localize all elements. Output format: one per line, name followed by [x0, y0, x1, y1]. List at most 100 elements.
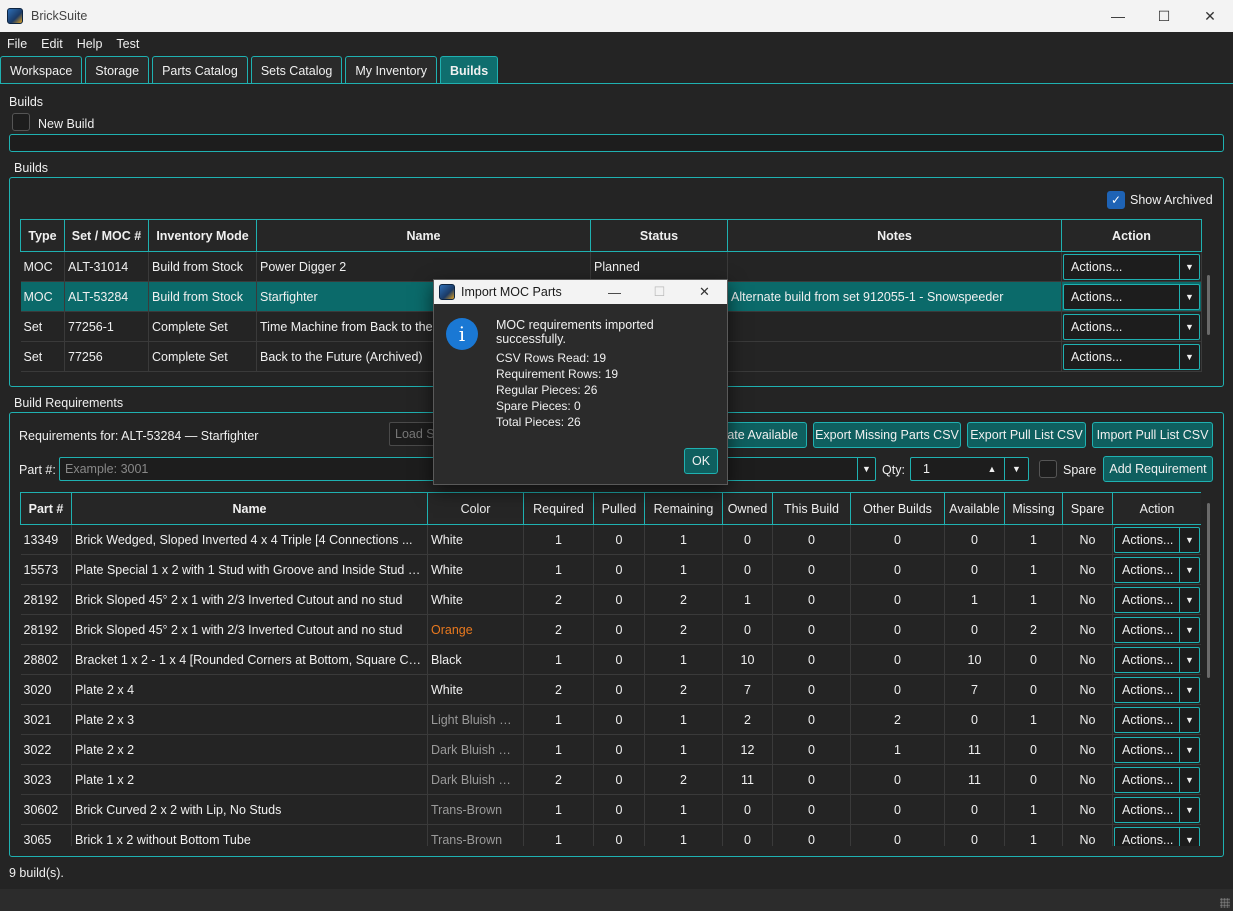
build-actions-dropdown[interactable]: Actions... ▼: [1063, 313, 1200, 340]
chevron-down-icon[interactable]: ▼: [1179, 827, 1199, 846]
chevron-down-icon[interactable]: ▼: [1179, 254, 1199, 279]
requirement-row[interactable]: 3022 Plate 2 x 2 Dark Bluish Gray 1 0 1 12 0 1 11…: [20, 734, 1201, 765]
requirement-row[interactable]: 28802 Bracket 1 x 2 - 1 x 4 [Rounded Corn…: [20, 644, 1201, 675]
chevron-down-icon[interactable]: ▼: [1179, 707, 1199, 732]
tab-my-inventory[interactable]: My Inventory: [345, 56, 437, 84]
color-select[interactable]: ▼: [713, 457, 876, 481]
col-missing[interactable]: Missing: [1004, 492, 1063, 525]
col-this-build[interactable]: This Build: [772, 492, 851, 525]
builds-scrollbar[interactable]: [1207, 275, 1210, 335]
tab-sets-catalog[interactable]: Sets Catalog: [250, 56, 343, 84]
chevron-down-icon[interactable]: ▼: [1179, 527, 1199, 552]
req-actions-dropdown[interactable]: Actions... ▼: [1114, 556, 1200, 583]
col-part-number[interactable]: Part #: [20, 492, 72, 525]
chevron-down-icon[interactable]: ▼: [1179, 284, 1199, 309]
chevron-down-icon[interactable]: ▼: [1179, 767, 1199, 792]
col-notes[interactable]: Notes: [727, 219, 1062, 252]
req-owned: 0: [722, 794, 773, 825]
req-actions-dropdown[interactable]: Actions... ▼: [1114, 706, 1200, 733]
req-actions-dropdown[interactable]: Actions... ▼: [1114, 826, 1200, 846]
col-action[interactable]: Action: [1061, 219, 1202, 252]
requirement-row[interactable]: 3021 Plate 2 x 3 Light Bluish Gray 1 0 1 2 0 2 0 1…: [20, 704, 1201, 735]
build-actions-dropdown-cell: Actions... ▼: [1061, 311, 1202, 342]
new-build-checkbox[interactable]: [12, 113, 30, 131]
req-actions-dropdown[interactable]: Actions... ▼: [1114, 736, 1200, 763]
chevron-down-icon[interactable]: ▼: [1179, 557, 1199, 582]
close-icon[interactable]: ✕: [1187, 0, 1233, 32]
col-set-moc[interactable]: Set / MOC #: [64, 219, 149, 252]
spin-up-icon[interactable]: ▲: [980, 458, 1004, 480]
resize-grip-icon[interactable]: [1220, 898, 1230, 908]
build-actions-dropdown[interactable]: Actions... ▼: [1063, 253, 1200, 280]
req-actions-dropdown[interactable]: Actions... ▼: [1114, 676, 1200, 703]
chevron-down-icon[interactable]: ▼: [1179, 617, 1199, 642]
col-pulled[interactable]: Pulled: [593, 492, 645, 525]
col-other-builds[interactable]: Other Builds: [850, 492, 945, 525]
tab-parts-catalog[interactable]: Parts Catalog: [152, 56, 248, 84]
req-actions-dropdown[interactable]: Actions... ▼: [1114, 796, 1200, 823]
chevron-down-icon[interactable]: ▼: [1179, 677, 1199, 702]
col-type[interactable]: Type: [20, 219, 65, 252]
ok-button[interactable]: OK: [684, 448, 718, 474]
req-actions-dropdown[interactable]: Actions... ▼: [1114, 586, 1200, 613]
build-filter-input[interactable]: [9, 134, 1224, 152]
show-archived-checkbox[interactable]: ✓: [1107, 191, 1125, 209]
build-actions-dropdown[interactable]: Actions... ▼: [1063, 283, 1200, 310]
col-inventory-mode[interactable]: Inventory Mode: [148, 219, 257, 252]
export-pull-list-button[interactable]: Export Pull List CSV: [967, 422, 1086, 448]
requirements-scrollbar[interactable]: [1207, 503, 1210, 678]
requirement-row[interactable]: 3065 Brick 1 x 2 without Bottom Tube Trans…: [20, 824, 1201, 846]
requirement-row[interactable]: 28192 Brick Sloped 45° 2 x 1 with 2/3 Inv…: [20, 584, 1201, 615]
col-color[interactable]: Color: [427, 492, 524, 525]
col-part-name[interactable]: Name: [71, 492, 428, 525]
req-part-name: Plate Special 1 x 2 with 1 Stud with Gro…: [71, 554, 428, 585]
col-name[interactable]: Name: [256, 219, 591, 252]
menu-file[interactable]: File: [0, 37, 34, 51]
col-remaining[interactable]: Remaining: [644, 492, 723, 525]
col-required[interactable]: Required: [523, 492, 594, 525]
req-actions-dropdown[interactable]: Actions... ▼: [1114, 526, 1200, 553]
chevron-down-icon[interactable]: ▼: [1179, 647, 1199, 672]
requirement-row[interactable]: 3020 Plate 2 x 4 White 2 0 2 7 0 0 7 0 No Actions...…: [20, 674, 1201, 705]
dialog-stats: CSV Rows Read: 19 Requirement Rows: 19 R…: [496, 350, 618, 430]
build-row[interactable]: MOC ALT-31014 Build from Stock Power Digger…: [20, 251, 1202, 282]
chevron-down-icon[interactable]: ▼: [1179, 587, 1199, 612]
col-status[interactable]: Status: [590, 219, 728, 252]
req-actions-dropdown[interactable]: Actions... ▼: [1114, 616, 1200, 643]
tab-storage[interactable]: Storage: [85, 56, 150, 84]
requirements-table: Part # Name Color Required Pulled Remain…: [20, 492, 1201, 846]
col-spare[interactable]: Spare: [1062, 492, 1113, 525]
requirement-row[interactable]: 15573 Plate Special 1 x 2 with 1 Stud wit…: [20, 554, 1201, 585]
req-actions-dropdown[interactable]: Actions... ▼: [1114, 766, 1200, 793]
chevron-down-icon[interactable]: ▼: [1179, 737, 1199, 762]
requirement-row[interactable]: 13349 Brick Wedged, Sloped Inverted 4 x 4…: [20, 524, 1201, 555]
chevron-down-icon[interactable]: ▼: [1179, 797, 1199, 822]
col-req-action[interactable]: Action: [1112, 492, 1201, 525]
part-number-input[interactable]: Example: 3001: [59, 457, 437, 481]
menu-help[interactable]: Help: [70, 37, 110, 51]
tab-builds[interactable]: Builds: [439, 56, 499, 84]
qty-spinbox[interactable]: 1 ▲ ▼: [910, 457, 1029, 481]
chevron-down-icon[interactable]: ▼: [1179, 344, 1199, 369]
chevron-down-icon[interactable]: ▼: [1179, 314, 1199, 339]
add-requirement-button[interactable]: Add Requirement: [1103, 456, 1213, 482]
import-pull-list-button[interactable]: Import Pull List CSV: [1092, 422, 1213, 448]
dialog-minimize-icon[interactable]: —: [592, 280, 637, 304]
export-missing-parts-button[interactable]: Export Missing Parts CSV: [813, 422, 961, 448]
req-actions-dropdown[interactable]: Actions... ▼: [1114, 646, 1200, 673]
col-owned[interactable]: Owned: [722, 492, 773, 525]
menu-test[interactable]: Test: [109, 37, 146, 51]
tab-workspace[interactable]: Workspace: [0, 56, 83, 84]
maximize-icon[interactable]: ☐: [1141, 0, 1187, 32]
minimize-icon[interactable]: —: [1095, 0, 1141, 32]
dialog-close-icon[interactable]: ✕: [682, 280, 727, 304]
build-actions-dropdown-label: Actions...: [1071, 259, 1123, 274]
requirement-row[interactable]: 28192 Brick Sloped 45° 2 x 1 with 2/3 Inv…: [20, 614, 1201, 645]
requirement-row[interactable]: 3023 Plate 1 x 2 Dark Bluish Gray 2 0 2 11 0 0 11…: [20, 764, 1201, 795]
spare-checkbox[interactable]: [1039, 460, 1057, 478]
col-available[interactable]: Available: [944, 492, 1005, 525]
build-actions-dropdown[interactable]: Actions... ▼: [1063, 343, 1200, 370]
spin-down-icon[interactable]: ▼: [1004, 458, 1028, 480]
menu-edit[interactable]: Edit: [34, 37, 70, 51]
requirement-row[interactable]: 30602 Brick Curved 2 x 2 with Lip, No Stu…: [20, 794, 1201, 825]
